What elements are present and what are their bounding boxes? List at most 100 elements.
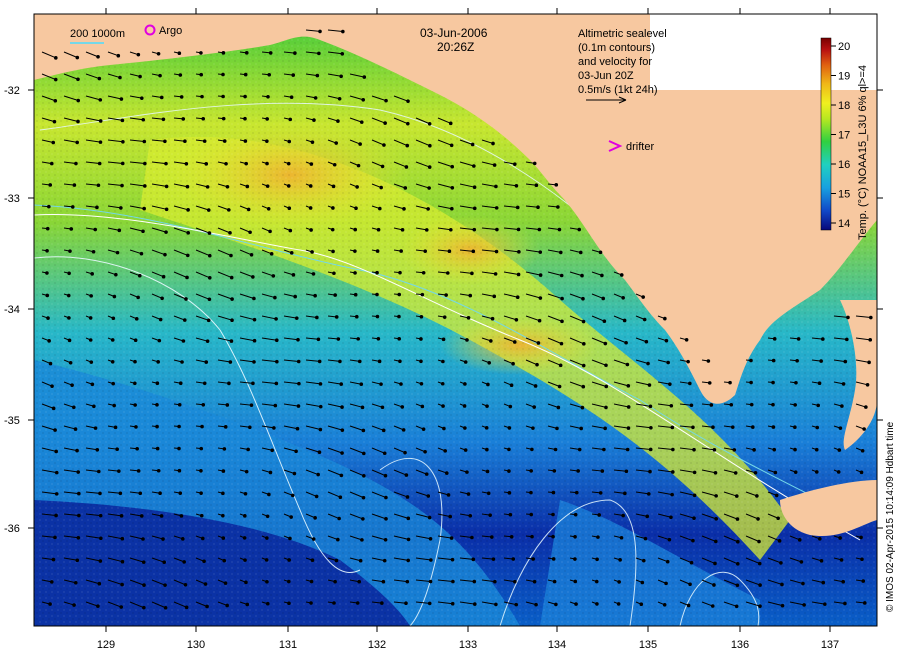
velocity-arrow-head (795, 358, 799, 363)
velocity-arrow-head (98, 491, 102, 496)
velocity-arrow-head (72, 405, 76, 410)
velocity-arrow-head (463, 448, 468, 452)
velocity-arrow-head (184, 297, 188, 301)
velocity-arrow-head (771, 425, 776, 429)
isobath-legend-label: 200 1000m (70, 28, 125, 40)
velocity-arrow-head (137, 273, 142, 278)
velocity-arrow-head (602, 319, 607, 324)
velocity-arrow-head (375, 249, 380, 253)
velocity-arrow-head (178, 73, 183, 77)
velocity-arrow-head (511, 361, 515, 366)
velocity-arrow-head (361, 451, 366, 456)
velocity-arrow-head (77, 491, 81, 496)
velocity-arrow-head (155, 381, 160, 386)
velocity-arrow-head (597, 513, 601, 517)
velocity-arrow-head (274, 338, 279, 343)
velocity-arrow-head (793, 403, 797, 407)
velocity-arrow-head (185, 184, 190, 189)
y-tick-label: -35 (4, 415, 20, 427)
velocity-arrow-head (227, 208, 231, 212)
velocity-arrow-head (514, 183, 519, 188)
velocity-arrow-head (268, 51, 273, 55)
velocity-arrow-head (442, 426, 446, 431)
velocity-arrow-head (534, 602, 538, 607)
velocity-arrow-head (427, 165, 432, 169)
velocity-arrow-head (381, 579, 386, 584)
velocity-arrow-head (404, 473, 409, 477)
velocity-arrow-head (668, 382, 672, 386)
velocity-arrow-head (470, 142, 475, 147)
velocity-arrow-head (821, 580, 826, 585)
velocity-arrow-head (838, 426, 843, 430)
velocity-arrow-head (773, 470, 778, 475)
velocity-arrow-head (296, 404, 301, 408)
velocity-arrow-head (573, 557, 577, 561)
velocity-arrow-head (405, 495, 410, 499)
velocity-arrow-head (54, 449, 58, 454)
velocity-arrow-head (472, 227, 477, 232)
velocity-arrow-head (200, 424, 204, 429)
velocity-arrow-head (88, 338, 93, 342)
velocity-arrow-head (141, 537, 145, 541)
velocity-arrow-head (463, 426, 467, 430)
velocity-arrow-head (73, 427, 78, 431)
velocity-arrow-head (181, 117, 186, 121)
velocity-arrow-head (286, 161, 291, 166)
velocity-arrow-head (529, 512, 534, 517)
velocity-arrow-head (843, 359, 848, 364)
velocity-arrow-head (113, 425, 118, 430)
x-tick-label: 130 (187, 639, 205, 651)
velocity-arrow-head (318, 404, 323, 409)
velocity-arrow-head (96, 183, 101, 188)
velocity-arrow-head (530, 534, 534, 539)
velocity-arrow-head (48, 183, 53, 187)
velocity-arrow-head (133, 359, 137, 364)
velocity-arrow-head (252, 317, 257, 322)
velocity-arrow-head (818, 537, 822, 541)
velocity-arrow-head (382, 558, 387, 563)
velocity-arrow-head (155, 403, 159, 407)
velocity-arrow-head (269, 252, 274, 256)
velocity-arrow-head (669, 403, 674, 408)
velocity-arrow-head (243, 72, 248, 77)
velocity-arrow-head (494, 249, 499, 254)
velocity-arrow-head (311, 272, 316, 276)
velocity-arrow-head (200, 94, 204, 99)
velocity-arrow-head (536, 205, 540, 210)
velocity-arrow-head (355, 601, 360, 605)
velocity-arrow-head (204, 162, 209, 166)
velocity-arrow-head (72, 603, 76, 607)
velocity-arrow-head (268, 470, 273, 475)
velocity-arrow-head (579, 426, 583, 431)
velocity-arrow-head (419, 337, 423, 341)
velocity-arrow-head (383, 121, 387, 125)
velocity-arrow-head (441, 404, 445, 408)
velocity-arrow-head (649, 425, 653, 430)
velocity-arrow-head (266, 206, 271, 211)
velocity-arrow-head (93, 426, 98, 430)
velocity-arrow-head (267, 72, 272, 77)
velocity-arrow-head (47, 204, 51, 209)
velocity-arrow-head (684, 338, 689, 342)
velocity-arrow-head (664, 338, 669, 343)
velocity-arrow-head (468, 293, 473, 298)
velocity-arrow-head (551, 512, 555, 517)
velocity-arrow-head (558, 363, 563, 368)
velocity-arrow-head (185, 275, 189, 280)
velocity-arrow-head (472, 602, 477, 606)
velocity-arrow-head (362, 474, 366, 478)
velocity-arrow-head (178, 491, 183, 495)
velocity-arrow-head (291, 73, 296, 77)
velocity-arrow-head (356, 337, 360, 341)
velocity-arrow-head (639, 602, 644, 607)
velocity-arrow-head (756, 517, 760, 521)
velocity-arrow-head (471, 249, 476, 254)
velocity-arrow-head (472, 206, 477, 211)
velocity-arrow-head (228, 360, 233, 364)
velocity-arrow-head (776, 516, 780, 521)
velocity-arrow-head (375, 314, 380, 319)
velocity-arrow-head (98, 513, 103, 518)
velocity-arrow-head (156, 52, 161, 56)
velocity-arrow-head (710, 604, 715, 608)
velocity-arrow-head (336, 337, 341, 341)
